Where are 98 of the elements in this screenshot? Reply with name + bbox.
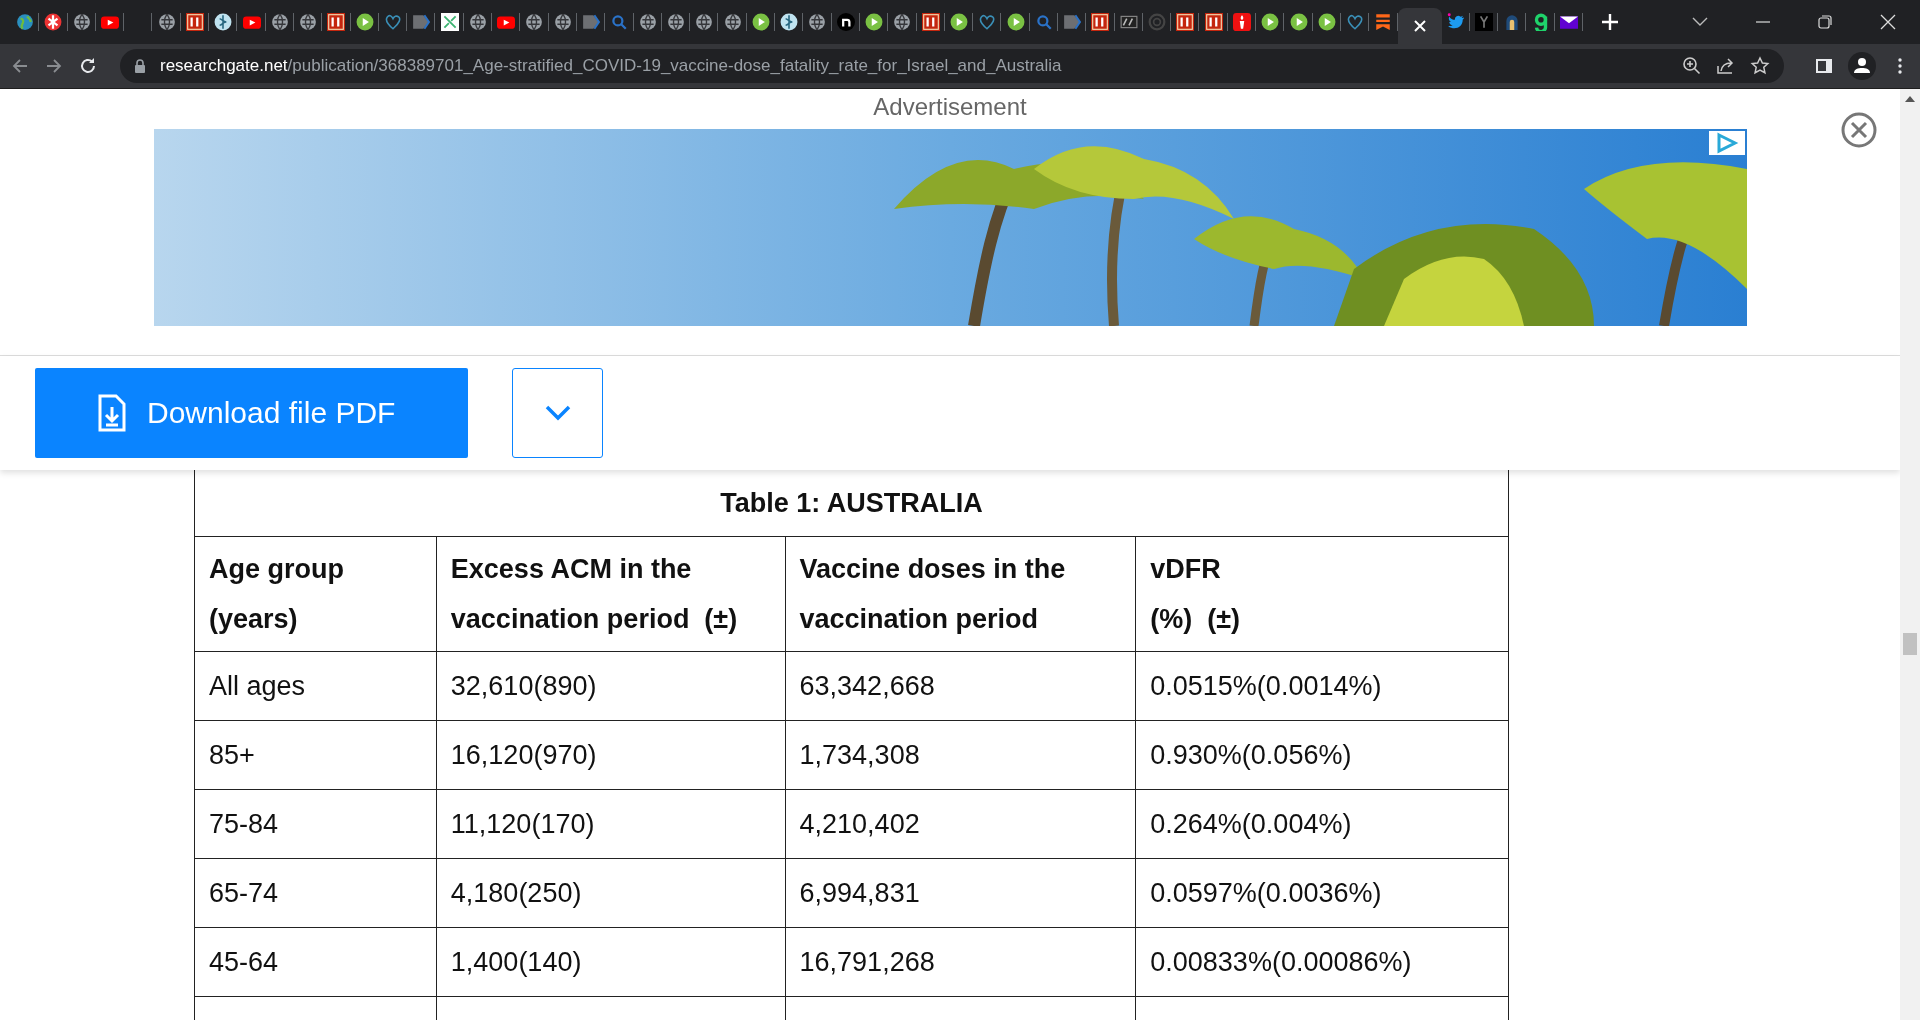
favicon-icon xyxy=(1559,13,1578,31)
scrollbar[interactable] xyxy=(1900,89,1920,1020)
favicon-icon xyxy=(723,13,742,31)
favicon-icon xyxy=(242,13,261,31)
column-header: Excess ACM in the vaccination period (±) xyxy=(436,536,786,652)
favicon-icon xyxy=(1475,13,1493,31)
table-title: Table 1: AUSTRALIA xyxy=(194,470,1509,537)
lock-icon xyxy=(134,58,146,74)
favicon-icon xyxy=(1346,13,1365,31)
favicon-icon xyxy=(1148,13,1166,31)
table-cell: 32,610(890) xyxy=(436,651,786,721)
column-header: vDFR (%) (±) xyxy=(1135,536,1509,652)
table-cell: 0.0515%(0.0014%) xyxy=(1135,651,1509,721)
favicon-icon xyxy=(1176,13,1195,31)
favicon-icon xyxy=(610,13,629,31)
zoom-icon[interactable] xyxy=(1682,56,1702,76)
table-cell: 65-74 xyxy=(194,858,437,928)
favicon-icon xyxy=(299,13,318,31)
reload-icon[interactable] xyxy=(78,56,98,76)
favicon-icon xyxy=(1119,13,1138,31)
table-cell: 11,120(170) xyxy=(436,789,786,859)
table-cell: 85+ xyxy=(194,720,437,790)
favicon-icon xyxy=(836,13,855,31)
favicon-icon xyxy=(978,13,997,31)
table-cell: 4,210,402 xyxy=(785,789,1136,859)
restore-icon[interactable] xyxy=(1818,15,1832,29)
table-cell: 1,400(140) xyxy=(436,927,786,997)
favicon-icon xyxy=(44,13,63,31)
favicon-icon xyxy=(921,13,940,31)
table-cell: All ages xyxy=(194,651,437,721)
favicon-icon xyxy=(666,13,685,31)
chevron-down-icon[interactable] xyxy=(1692,17,1708,27)
favicon-icon xyxy=(214,13,233,31)
browser-tab[interactable] xyxy=(1397,8,1442,44)
column-header: Age group (years) xyxy=(194,536,437,652)
favicon-icon xyxy=(780,13,799,31)
favicon-icon xyxy=(1289,13,1308,31)
table-cell: 16,120(970) xyxy=(436,720,786,790)
table-cell: 75-84 xyxy=(194,789,437,859)
side-panel-icon[interactable] xyxy=(1814,56,1834,76)
url-text: researchgate.net/publication/368389701_Age-stratified_COVID-19_vaccine-dose_fatality_rate_for_Israel_and_Australia xyxy=(160,56,1063,76)
favicon-icon xyxy=(16,13,35,31)
chevron-down-icon xyxy=(544,405,571,421)
favicon-icon xyxy=(865,13,884,31)
dropdown-button[interactable] xyxy=(512,368,603,458)
table-cell: 63,342,668 xyxy=(785,651,1136,721)
favicon-icon xyxy=(638,13,657,31)
favicon-icon xyxy=(1232,13,1251,31)
table-cell: 16,791,268 xyxy=(785,927,1136,997)
favicon-icon xyxy=(468,13,487,31)
favicon-icon xyxy=(72,13,91,31)
favicon-icon xyxy=(695,13,714,31)
favicon-icon xyxy=(497,13,516,31)
scroll-thumb[interactable] xyxy=(1903,633,1917,655)
favicon-icon xyxy=(553,13,572,31)
favicon-icon xyxy=(1091,13,1110,31)
table-cell: 0.00833%(0.00086%) xyxy=(1135,927,1509,997)
scroll-up-icon[interactable] xyxy=(1905,95,1915,103)
favicon-icon xyxy=(440,13,459,31)
favicon-icon xyxy=(808,13,827,31)
address-bar[interactable]: researchgate.net/publication/368389701_Age-stratified_COVID-19_vaccine-dose_fatality_rate_for_Israel_and_Australia xyxy=(120,49,1784,83)
table-cell: 1,734,308 xyxy=(785,720,1136,790)
favicon-icon xyxy=(412,13,431,31)
profile-icon[interactable] xyxy=(1848,52,1876,80)
favicon-icon xyxy=(1261,13,1280,31)
favicon-icon xyxy=(327,13,346,31)
table-cell: 0.0597%(0.0036%) xyxy=(1135,858,1509,928)
download-button[interactable]: Download file PDF xyxy=(35,368,468,458)
favicon-icon xyxy=(1006,13,1025,31)
ad-choices-icon[interactable] xyxy=(1708,131,1745,155)
file-download-icon xyxy=(97,394,127,432)
favicon-icon xyxy=(101,13,120,31)
table-cell: 6,994,831 xyxy=(785,858,1136,928)
favicon-icon xyxy=(1374,13,1393,31)
favicon-icon xyxy=(1446,13,1465,31)
favicon-icon xyxy=(582,13,601,31)
favicon-icon xyxy=(525,13,544,31)
favicon-icon xyxy=(1204,13,1223,31)
ad-label: Advertisement xyxy=(873,93,1027,121)
favicon-icon xyxy=(185,13,204,31)
favicon-icon xyxy=(751,13,770,31)
column-header: Vaccine doses in the vaccination period xyxy=(785,536,1136,652)
favicon-icon xyxy=(1317,13,1336,31)
favicon-icon xyxy=(1034,13,1053,31)
star-icon[interactable] xyxy=(1750,56,1770,76)
favicon-icon xyxy=(355,13,374,31)
share-icon[interactable] xyxy=(1716,56,1736,76)
favicon-icon xyxy=(949,13,968,31)
favicon-icon xyxy=(157,13,176,31)
favicon-icon xyxy=(384,13,402,31)
table-cell: 45-64 xyxy=(194,927,437,997)
table-cell: 0.264%(0.004%) xyxy=(1135,789,1509,859)
table-cell: 0.930%(0.056%) xyxy=(1135,720,1509,790)
new-tab-icon[interactable] xyxy=(1601,13,1620,31)
table-cell: 4,180(250) xyxy=(436,858,786,928)
favicon-icon xyxy=(1063,13,1082,31)
favicon-icon xyxy=(893,13,912,31)
favicon-icon xyxy=(270,13,289,31)
